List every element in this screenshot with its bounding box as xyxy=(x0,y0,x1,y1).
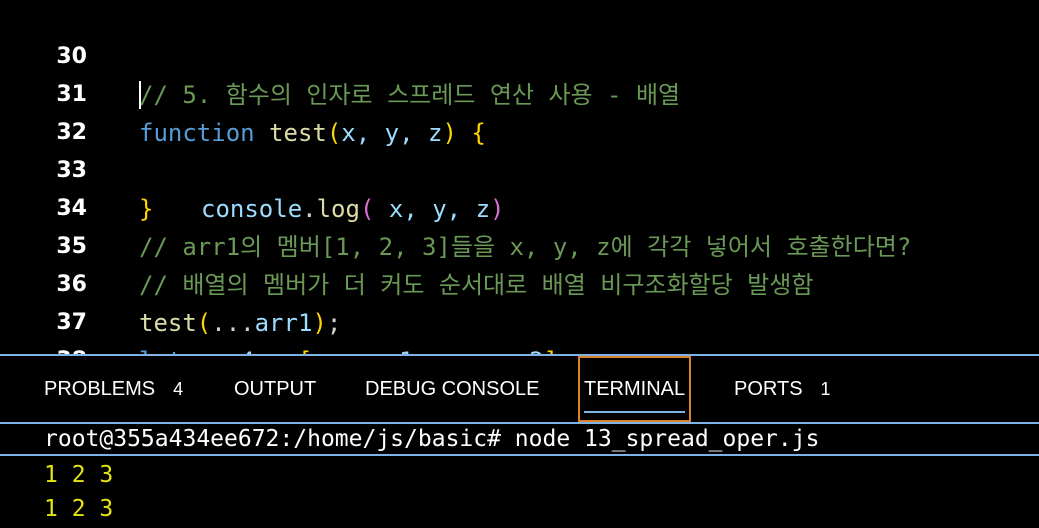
tab-label: TERMINAL xyxy=(584,378,686,400)
panel-tab-bar: PROBLEMS 4 OUTPUT DEBUG CONSOLE TERMINAL … xyxy=(0,356,1039,422)
terminal-output-line: 1 2 3 xyxy=(44,462,114,488)
tab-ports[interactable]: PORTS 1 xyxy=(734,356,831,422)
terminal-divider xyxy=(0,454,1039,456)
spread-operator: ... xyxy=(312,347,355,354)
code-line-34[interactable]: 34 // arr1의 멤버[1, 2, 3]들을 x, y, z에 각각 넣어… xyxy=(0,152,1039,261)
keyword-let: let xyxy=(139,347,182,354)
code-line-36[interactable]: 36 test(...arr1); xyxy=(0,228,1039,337)
variable-name: arr4 xyxy=(197,347,255,354)
tab-label: PORTS xyxy=(734,378,803,400)
ports-count-badge: 1 xyxy=(820,379,831,399)
line-number: 38 xyxy=(0,342,87,354)
active-tab-indicator xyxy=(584,411,685,413)
code-line-37[interactable]: 37 let arr4 = [...arr1, ...arr2] xyxy=(0,266,1039,354)
terminal-prompt-line: root@355a434ee672:/home/js/basic# node 1… xyxy=(44,426,820,452)
code-content: let arr4 = [...arr1, ...arr2] xyxy=(139,342,558,354)
code-line-31[interactable]: 31 function test(x, y, z) { xyxy=(0,38,1039,147)
tab-label: OUTPUT xyxy=(234,378,317,400)
array-ref: arr1 xyxy=(356,347,414,354)
assign-operator: = xyxy=(255,347,298,354)
code-line-35[interactable]: 35 // 배열의 멤버가 더 커도 순서대로 배열 비구조화할당 발생함 xyxy=(0,190,1039,299)
code-line-33[interactable]: 33 } xyxy=(0,114,1039,223)
bracket-close: ] xyxy=(544,347,558,354)
code-editor[interactable]: 30 // 5. 함수의 인자로 스프레드 연산 사용 - 배열 31 func… xyxy=(0,0,1039,354)
tab-problems[interactable]: PROBLEMS 4 xyxy=(44,356,183,422)
code-line-38[interactable]: 38 test(...arr4); xyxy=(0,304,1039,354)
tab-terminal[interactable]: TERMINAL xyxy=(578,356,691,422)
terminal-view[interactable]: root@355a434ee672:/home/js/basic# node 1… xyxy=(0,424,1039,528)
tab-output[interactable]: OUTPUT xyxy=(234,356,316,422)
comma: , xyxy=(414,347,443,354)
array-ref: arr2 xyxy=(486,347,544,354)
spread-operator: ... xyxy=(442,347,485,354)
bracket-open: [ xyxy=(298,347,312,354)
tab-label: DEBUG CONSOLE xyxy=(365,378,540,400)
code-line-32[interactable]: 32 console.log( x, y, z) xyxy=(0,76,1039,223)
tab-debug-console[interactable]: DEBUG CONSOLE xyxy=(365,356,539,422)
tab-label: PROBLEMS xyxy=(44,378,156,400)
terminal-output-line: 1 2 3 xyxy=(44,496,114,522)
indent-guide xyxy=(139,81,141,109)
problems-count-badge: 4 xyxy=(173,379,184,399)
code-line-30[interactable]: 30 // 5. 함수의 인자로 스프레드 연산 사용 - 배열 xyxy=(0,0,1039,109)
